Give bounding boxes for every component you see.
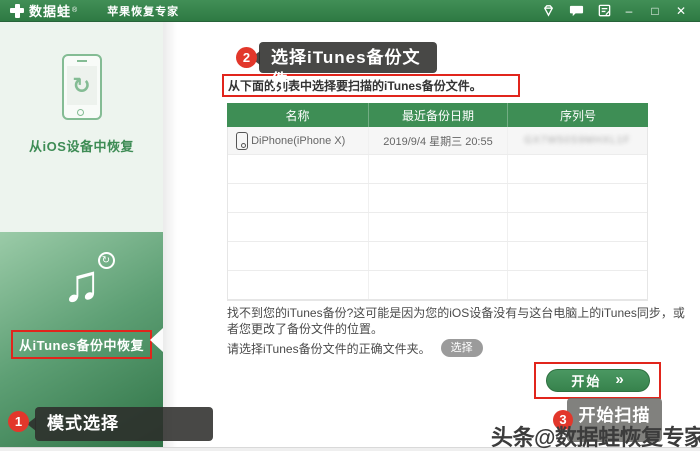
column-header-serial: 序列号 bbox=[507, 103, 648, 127]
close-button[interactable]: ✕ bbox=[672, 0, 690, 22]
maximize-button[interactable]: □ bbox=[646, 0, 664, 22]
table-row-empty bbox=[228, 155, 647, 184]
feedback-form-icon[interactable] bbox=[596, 3, 612, 19]
backup-date: 2019/9/4 星期三 20:55 bbox=[383, 135, 493, 148]
app-subtitle: 苹果恢复专家 bbox=[107, 5, 180, 18]
step2-badge: 2 bbox=[236, 47, 257, 68]
sidebar-ios-label: 从iOS设备中恢复 bbox=[29, 139, 134, 154]
chat-support-icon[interactable] bbox=[568, 3, 584, 19]
gem-upgrade-icon[interactable] bbox=[540, 3, 556, 19]
choose-folder-button[interactable]: 选择 bbox=[440, 339, 483, 357]
device-icon bbox=[236, 131, 248, 150]
minimize-button[interactable]: – bbox=[620, 0, 638, 22]
refresh-badge-icon: ↻ bbox=[97, 252, 115, 269]
instruction-text: 从下面的列表中选择要扫描的iTunes备份文件。 bbox=[228, 79, 482, 93]
start-scan-button[interactable]: 开始 » bbox=[545, 369, 650, 392]
step2-tooltip: 选择iTunes备份文件 bbox=[251, 42, 437, 90]
sidebar-item-ios-device[interactable]: ↻ 从iOS设备中恢复 bbox=[0, 22, 163, 232]
backup-not-found-note: 找不到您的iTunes备份?这可能是因为您的iOS设备没有与这台电脑上的iTun… bbox=[227, 306, 685, 337]
selected-item-notch bbox=[150, 328, 163, 352]
sidebar-itunes-label-highlighted: 从iTunes备份中恢复 bbox=[11, 330, 152, 359]
titlebar: 数据蛙 ® 苹果恢复专家 – □ ✕ bbox=[0, 0, 700, 22]
backup-name: DiPhone(iPhone X) bbox=[251, 134, 346, 147]
registered-mark: ® bbox=[72, 7, 78, 14]
main-content: 从下面的列表中选择要扫描的iTunes备份文件。 名称 最近备份日期 序列号 D… bbox=[163, 22, 700, 451]
app-window: 数据蛙 ® 苹果恢复专家 – □ ✕ ↻ 从iOS设备中恢复 ♫ ↻ 从iTun… bbox=[0, 0, 700, 451]
watermark-text: 头条@数据蛙恢复专家 bbox=[491, 425, 700, 450]
app-name: 数据蛙 bbox=[29, 4, 72, 19]
double-chevron-icon: » bbox=[615, 371, 624, 388]
column-header-name: 名称 bbox=[285, 108, 310, 123]
step1-badge: 1 bbox=[8, 411, 29, 432]
table-row-empty bbox=[228, 213, 647, 242]
backup-table: 名称 最近备份日期 序列号 DiPhone(iPhone X) 2019/9/4 … bbox=[227, 103, 648, 301]
table-body: DiPhone(iPhone X) 2019/9/4 星期三 20:55 GX7W5… bbox=[227, 127, 648, 301]
backup-serial-masked: GX7W50S9MHXL1F bbox=[524, 135, 631, 146]
column-header-date: 最近备份日期 bbox=[368, 103, 507, 127]
refresh-glyph: ↻ bbox=[66, 66, 97, 105]
music-note-refresh-icon: ♫ ↻ bbox=[47, 252, 117, 316]
step1-tooltip: 模式选择 bbox=[27, 407, 213, 441]
table-header: 名称 最近备份日期 序列号 bbox=[227, 103, 648, 127]
table-row[interactable]: DiPhone(iPhone X) 2019/9/4 星期三 20:55 GX7W5… bbox=[228, 127, 647, 155]
phone-refresh-icon: ↻ bbox=[61, 54, 102, 120]
start-highlight-box: 开始 » bbox=[534, 362, 661, 399]
app-logo-cross-icon bbox=[10, 3, 24, 18]
start-button-label: 开始 bbox=[571, 374, 602, 389]
instruction-highlight-box: 从下面的列表中选择要扫描的iTunes备份文件。 bbox=[222, 74, 520, 97]
table-row-empty bbox=[228, 184, 647, 213]
table-row-empty bbox=[228, 271, 647, 300]
choose-folder-label: 请选择iTunes备份文件的正确文件夹。 bbox=[227, 341, 431, 356]
table-row-empty bbox=[228, 242, 647, 271]
